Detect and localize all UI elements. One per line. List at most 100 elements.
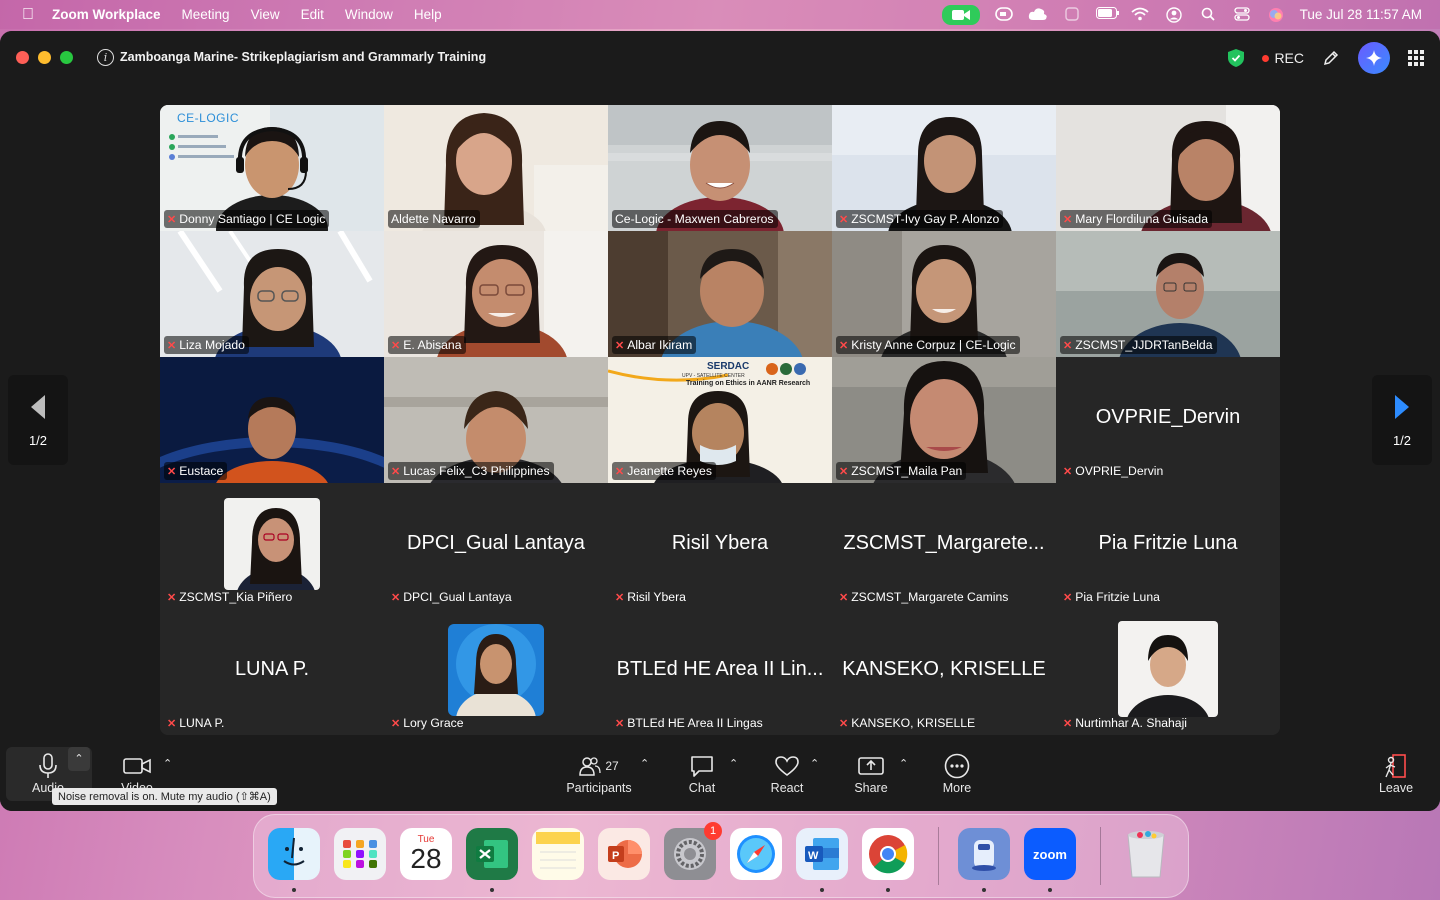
participant-tile[interactable]: ✕ ZSCMST_JJDRTanBelda	[1056, 231, 1280, 357]
participant-tile[interactable]: ✕ Mary Flordiluna Guisada	[1056, 105, 1280, 231]
participant-tile-avatar[interactable]: ✕ ZSCMST_Kia Piñero	[160, 483, 384, 609]
participant-name-tag: ✕ E. Abisana	[388, 336, 466, 354]
participant-tile-no-video[interactable]: ZSCMST_Margarete... ✕ ZSCMST_Margarete C…	[832, 483, 1056, 609]
calendar-icon[interactable]: Tue 28	[400, 828, 452, 880]
finder-icon[interactable]	[268, 828, 320, 880]
menu-app-name[interactable]: Zoom Workplace	[52, 7, 161, 22]
participant-tile-no-video[interactable]: BTLEd HE Area II Lin... ✕ BTLEd HE Area …	[608, 609, 832, 735]
more-button[interactable]: More	[934, 751, 980, 795]
participant-name-tag: ✕ Lucas Felix_C3 Philippines	[388, 462, 554, 480]
ce-logic-logo-text: CE-LOGIC	[177, 111, 240, 125]
react-options-caret[interactable]: ⌃	[810, 757, 819, 770]
participant-tile[interactable]: ✕ Albar Ikiram	[608, 231, 832, 357]
encryption-shield-icon[interactable]	[1228, 49, 1245, 67]
participant-tile-no-video[interactable]: Risil Ybera ✕ Risil Ybera	[608, 483, 832, 609]
participant-tile[interactable]: ✕ ZSCMST-Ivy Gay P. Alonzo	[832, 105, 1056, 231]
muted-mic-icon: ✕	[391, 717, 401, 730]
zoom-app-icon[interactable]: zoom	[1024, 828, 1076, 880]
react-button[interactable]: React	[764, 751, 810, 795]
participant-tile[interactable]: ✕ Liza Mojado	[160, 231, 384, 357]
chrome-icon[interactable]	[862, 828, 914, 880]
video-options-caret[interactable]: ⌃	[163, 757, 172, 770]
participant-tile-no-video[interactable]: Pia Fritzie Luna ✕ Pia Fritzie Luna	[1056, 483, 1280, 609]
leave-button[interactable]: Leave	[1374, 751, 1418, 795]
participant-name-tag: ✕ Jeanette Reyes	[612, 462, 716, 480]
clock[interactable]: Tue Jul 28 11:57 AM	[1300, 7, 1422, 22]
participant-tile-avatar[interactable]: ✕ Nurtimhar A. Shahaji	[1056, 609, 1280, 735]
cloud-icon[interactable]	[1028, 7, 1048, 23]
chat-button[interactable]: Chat	[680, 751, 724, 795]
spotlight-search-icon[interactable]	[1198, 7, 1218, 23]
participant-tile[interactable]: SERDAC UPV - SATELLITE CENTER Training o…	[608, 357, 832, 483]
participant-tile-active-speaker[interactable]: Aldette Navarro	[384, 105, 608, 231]
participants-button[interactable]: 27 Participants	[560, 751, 638, 795]
participant-tile[interactable]: ✕ Eustace	[160, 357, 384, 483]
powerpoint-icon[interactable]: P	[598, 828, 650, 880]
zoom-status-icon[interactable]	[994, 6, 1014, 23]
menu-meeting[interactable]: Meeting	[182, 7, 230, 22]
system-settings-icon[interactable]: 1	[664, 822, 722, 880]
excel-icon[interactable]	[466, 828, 518, 880]
menu-window[interactable]: Window	[345, 7, 393, 22]
share-options-caret[interactable]: ⌃	[899, 757, 908, 770]
arrow-left-icon	[31, 395, 45, 419]
apps-grid-icon[interactable]	[1408, 50, 1424, 66]
participant-tile[interactable]: ✕ E. Abisana	[384, 231, 608, 357]
participants-options-caret[interactable]: ⌃	[640, 757, 649, 770]
next-page-button[interactable]: 1/2	[1372, 375, 1432, 465]
menu-help[interactable]: Help	[414, 7, 442, 22]
share-button[interactable]: Share	[848, 751, 894, 795]
close-window-button[interactable]	[16, 51, 29, 64]
downloads-app-icon[interactable]	[958, 828, 1010, 880]
participant-name: ZSCMST_JJDRTanBelda	[1075, 338, 1213, 352]
participant-tile[interactable]: Ce-Logic - Maxwen Cabreros	[608, 105, 832, 231]
chat-label: Chat	[688, 781, 716, 795]
control-center-icon[interactable]	[1232, 6, 1252, 23]
trash-icon[interactable]	[1120, 828, 1172, 880]
participant-display-name: DPCI_Gual Lantaya	[407, 532, 585, 555]
muted-mic-icon: ✕	[167, 717, 177, 730]
participant-name: Donny Santiago | CE Logic	[179, 212, 326, 226]
muted-mic-icon: ✕	[615, 339, 625, 352]
notes-icon[interactable]	[532, 828, 584, 880]
participant-tile-no-video[interactable]: DPCI_Gual Lantaya ✕ DPCI_Gual Lantaya	[384, 483, 608, 609]
menu-edit[interactable]: Edit	[301, 7, 324, 22]
fullscreen-window-button[interactable]	[60, 51, 73, 64]
battery-icon[interactable]	[1095, 6, 1119, 23]
leave-label: Leave	[1378, 781, 1414, 795]
recording-indicator[interactable]: REC	[1262, 50, 1304, 66]
participant-tile[interactable]: ✕ Kristy Anne Corpuz | CE-Logic	[832, 231, 1056, 357]
participant-tile-no-video[interactable]: LUNA P. ✕ LUNA P.	[160, 609, 384, 735]
participant-tile-no-video[interactable]: KANSEKO, KRISELLE ✕ KANSEKO, KRISELLE	[832, 609, 1056, 735]
launchpad-icon[interactable]	[334, 828, 386, 880]
participant-tile[interactable]: ✕ ZSCMST_Maila Pan	[832, 357, 1056, 483]
menu-view[interactable]: View	[251, 7, 280, 22]
zoom-meeting-window: i Zamboanga Marine- Strikeplagiarism and…	[0, 31, 1440, 811]
user-switch-icon[interactable]	[1062, 6, 1082, 23]
meeting-info-icon[interactable]: i	[97, 49, 114, 66]
previous-page-button[interactable]: 1/2	[8, 375, 68, 465]
wifi-icon[interactable]	[1130, 7, 1150, 23]
chat-options-caret[interactable]: ⌃	[729, 757, 738, 770]
participant-name-tag: ✕ BTLEd HE Area II Lingas	[612, 714, 767, 732]
camera-in-use-icon[interactable]	[941, 4, 980, 25]
ai-companion-button[interactable]	[1358, 42, 1390, 74]
svg-text:P: P	[612, 850, 619, 862]
participant-name: Lory Grace	[403, 716, 464, 730]
participant-tile-avatar[interactable]: ✕ Lory Grace	[384, 609, 608, 735]
annotate-pencil-icon[interactable]	[1322, 49, 1340, 67]
audio-options-caret[interactable]: ⌃	[68, 747, 90, 771]
safari-icon[interactable]	[730, 828, 782, 880]
muted-mic-icon: ✕	[839, 213, 849, 226]
participant-name-tag: ✕ ZSCMST-Ivy Gay P. Alonzo	[836, 210, 1004, 228]
participant-name: LUNA P.	[179, 716, 225, 730]
title-bar: i Zamboanga Marine- Strikeplagiarism and…	[0, 31, 1440, 85]
user-account-icon[interactable]	[1164, 6, 1184, 23]
apple-menu-icon[interactable]: 	[18, 6, 38, 24]
participant-tile[interactable]: ✕ Lucas Felix_C3 Philippines	[384, 357, 608, 483]
word-icon[interactable]: W	[796, 828, 848, 880]
participant-tile[interactable]: CE-LOGIC ✕ Donny Santiago | CE Logic	[160, 105, 384, 231]
minimize-window-button[interactable]	[38, 51, 51, 64]
siri-icon[interactable]	[1266, 7, 1286, 23]
participant-tile-no-video[interactable]: OVPRIE_Dervin ✕ OVPRIE_Dervin	[1056, 357, 1280, 483]
